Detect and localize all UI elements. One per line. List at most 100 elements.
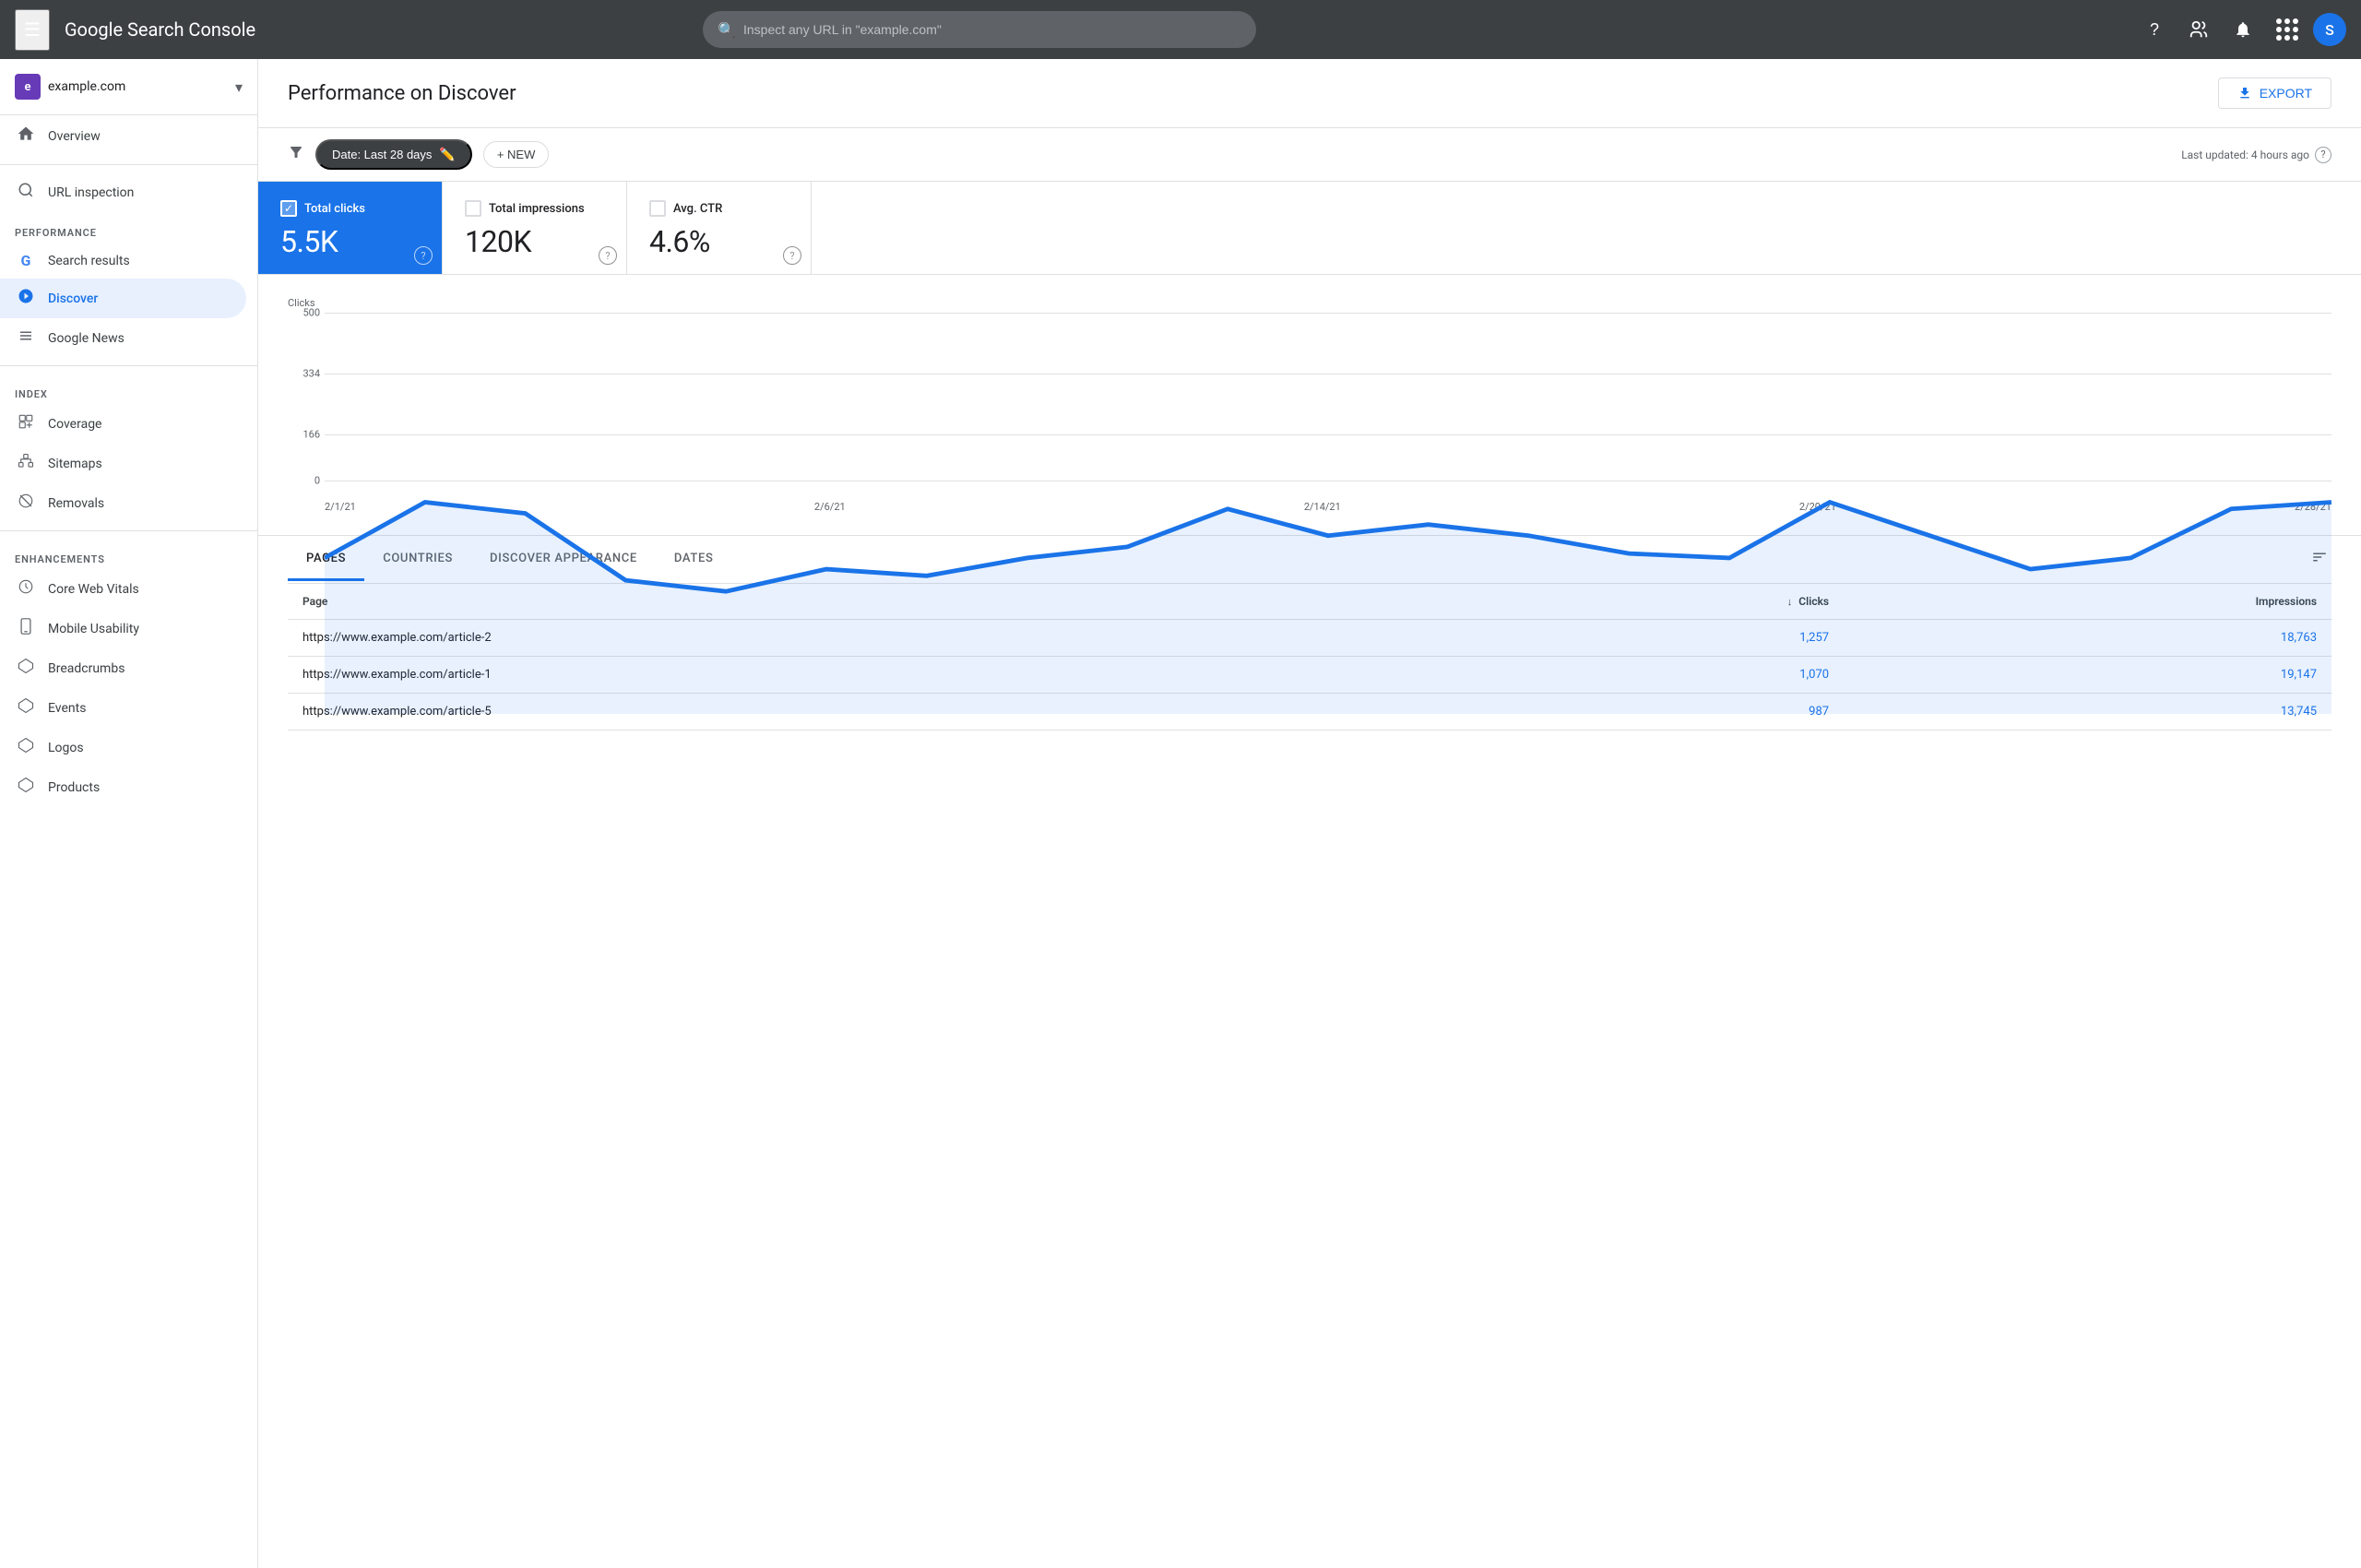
metric-checkbox-impressions [465, 200, 481, 217]
sitemaps-icon [15, 453, 37, 474]
property-selector[interactable]: e example.com ▾ [0, 59, 257, 115]
sidebar-item-label-logos: Logos [48, 741, 84, 755]
news-icon [15, 327, 37, 349]
sidebar-item-label-mobile-usability: Mobile Usability [48, 622, 139, 636]
sidebar-item-events[interactable]: Events [0, 688, 246, 728]
last-updated: Last updated: 4 hours ago ? [2181, 147, 2331, 163]
apps-icon[interactable] [2269, 11, 2306, 48]
avatar[interactable]: S [2313, 13, 2346, 46]
main-content: Performance on Discover EXPORT Date: Las… [258, 59, 2361, 1568]
date-filter-chip[interactable]: Date: Last 28 days ✏️ [315, 139, 472, 170]
sidebar-item-label-products: Products [48, 780, 100, 795]
chart-container: 500 334 166 0 [288, 313, 2331, 497]
sidebar-item-sitemaps[interactable]: Sitemaps [0, 444, 246, 483]
metric-value-clicks: 5.5K [280, 224, 420, 259]
divider [0, 164, 257, 165]
sidebar-item-overview[interactable]: Overview [0, 115, 246, 157]
logo: Google Search Console [65, 18, 255, 41]
products-icon [15, 777, 37, 798]
search-icon [15, 182, 37, 203]
metric-value-impressions: 120K [465, 224, 604, 259]
metric-total-clicks[interactable]: ✓ Total clicks 5.5K ? [258, 182, 443, 274]
metrics-row: ✓ Total clicks 5.5K ? Total impressions … [258, 182, 2361, 275]
y-tick-334: 334 [288, 368, 320, 380]
sidebar-item-label-coverage: Coverage [48, 417, 101, 432]
new-filter-button[interactable]: + NEW [483, 141, 550, 168]
sidebar-item-label-removals: Removals [48, 496, 104, 511]
y-tick-500: 500 [288, 307, 320, 319]
metric-avg-ctr[interactable]: Avg. CTR 4.6% ? [627, 182, 812, 274]
coverage-icon [15, 413, 37, 434]
topbar: ☰ Google Search Console 🔍 ? S [0, 0, 2361, 59]
help-icon[interactable]: ? [2136, 11, 2173, 48]
edit-icon: ✏️ [439, 147, 455, 162]
y-tick-0: 0 [288, 475, 320, 487]
menu-icon[interactable]: ☰ [15, 9, 50, 51]
date-filter-label: Date: Last 28 days [332, 148, 432, 161]
layout: e example.com ▾ Overview URL inspection … [0, 59, 2361, 1568]
sidebar-item-logos[interactable]: Logos [0, 728, 246, 767]
property-name: example.com [48, 79, 228, 94]
sidebar-item-url-inspection[interactable]: URL inspection [0, 172, 246, 212]
google-g-icon: G [15, 252, 37, 269]
breadcrumbs-icon [15, 658, 37, 679]
index-section-label: Index [0, 374, 257, 404]
search-bar[interactable]: 🔍 [703, 11, 1256, 48]
logo-text: Google Search Console [65, 18, 255, 41]
home-icon [15, 125, 37, 148]
export-button[interactable]: EXPORT [2218, 77, 2331, 109]
performance-section-label: Performance [0, 212, 257, 243]
removals-icon [15, 493, 37, 514]
sidebar-item-label-breadcrumbs: Breadcrumbs [48, 661, 125, 676]
sidebar-item-core-web-vitals[interactable]: Core Web Vitals [0, 569, 246, 609]
chart-area: Clicks 500 334 166 0 [258, 275, 2361, 536]
metric-help-clicks[interactable]: ? [414, 246, 433, 265]
users-icon[interactable] [2180, 11, 2217, 48]
sidebar-item-label-discover: Discover [48, 291, 98, 306]
sidebar-item-label-sitemaps: Sitemaps [48, 457, 102, 471]
y-tick-166: 166 [288, 429, 320, 441]
line-chart-svg [325, 313, 2331, 714]
metric-checkbox-clicks: ✓ [280, 200, 297, 217]
help-circle-icon: ? [2315, 147, 2331, 163]
divider-2 [0, 365, 257, 366]
sidebar-item-removals[interactable]: Removals [0, 483, 246, 523]
sidebar-item-label-events: Events [48, 701, 86, 716]
metric-value-ctr: 4.6% [649, 224, 789, 259]
metric-total-impressions[interactable]: Total impressions 120K ? [443, 182, 627, 274]
filter-controls: Date: Last 28 days ✏️ + NEW [288, 139, 549, 170]
metric-label-clicks: Total clicks [304, 202, 365, 216]
metric-help-impressions[interactable]: ? [599, 246, 617, 265]
sidebar-item-label-cwv: Core Web Vitals [48, 582, 139, 597]
chart-y-label: Clicks [288, 297, 2331, 309]
sidebar-item-label-url-inspection: URL inspection [48, 185, 134, 200]
sidebar-item-google-news[interactable]: Google News [0, 318, 246, 358]
sidebar-item-coverage[interactable]: Coverage [0, 404, 246, 444]
logos-icon [15, 737, 37, 758]
mobile-icon [15, 618, 37, 639]
sidebar-item-mobile-usability[interactable]: Mobile Usability [0, 609, 246, 648]
metric-help-ctr[interactable]: ? [783, 246, 801, 265]
metric-label-impressions: Total impressions [489, 202, 585, 216]
chevron-down-icon: ▾ [235, 78, 243, 96]
cwv-icon [15, 578, 37, 600]
sidebar-item-breadcrumbs[interactable]: Breadcrumbs [0, 648, 246, 688]
main-header: Performance on Discover EXPORT [258, 59, 2361, 128]
sidebar-item-label-search-results: Search results [48, 254, 130, 268]
sidebar-item-label-google-news: Google News [48, 331, 125, 346]
property-icon: e [15, 74, 41, 100]
sidebar-item-search-results[interactable]: G Search results [0, 243, 246, 279]
events-icon [15, 697, 37, 719]
discover-icon [15, 288, 37, 309]
sidebar-item-discover[interactable]: Discover [0, 279, 246, 318]
metric-checkbox-ctr [649, 200, 666, 217]
search-input[interactable] [743, 22, 1241, 37]
last-updated-text: Last updated: 4 hours ago [2181, 148, 2309, 161]
sidebar-item-products[interactable]: Products [0, 767, 246, 807]
filter-bar: Date: Last 28 days ✏️ + NEW Last updated… [258, 128, 2361, 182]
divider-3 [0, 530, 257, 531]
bell-icon[interactable] [2225, 11, 2261, 48]
new-filter-label: + NEW [497, 148, 536, 161]
enhancements-section-label: Enhancements [0, 539, 257, 569]
page-title: Performance on Discover [288, 82, 516, 105]
